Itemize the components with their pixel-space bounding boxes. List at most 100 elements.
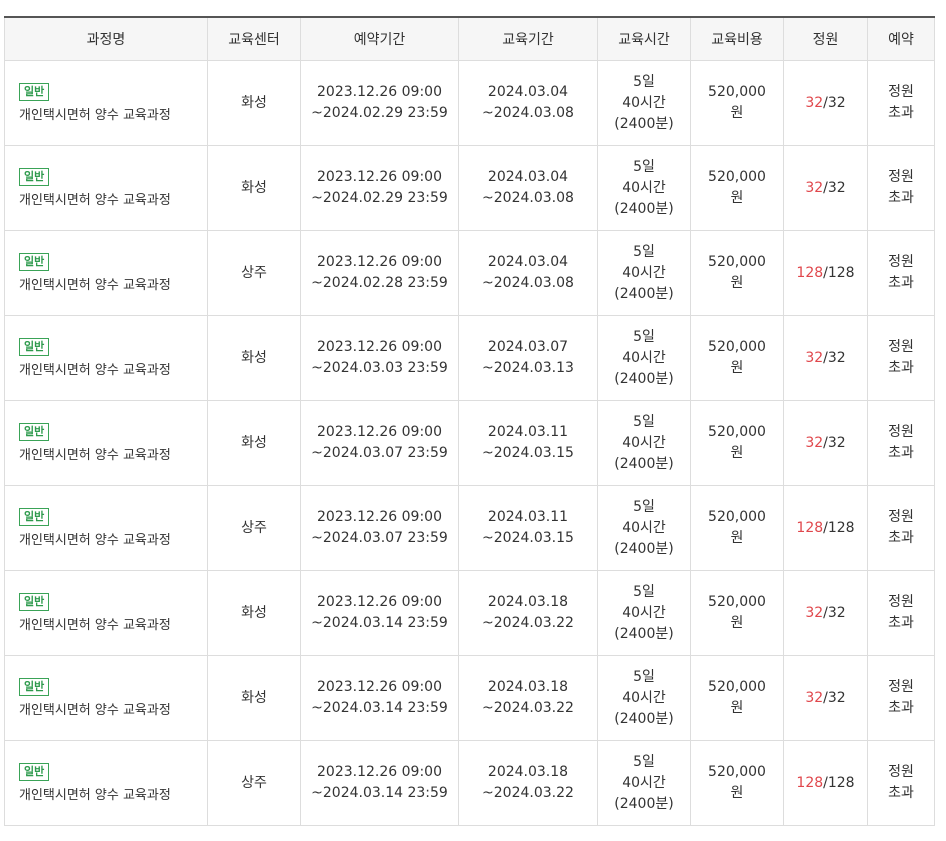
cost-cell: 520,000 원 — [690, 230, 784, 316]
status-line-1: 정원 — [888, 169, 914, 185]
status-line-1: 정원 — [888, 594, 914, 610]
header-capacity: 정원 — [783, 16, 868, 61]
capacity-current: 32 — [805, 434, 824, 451]
capacity-cell: 128/128 — [783, 740, 868, 826]
edu-end: ~2024.03.22 — [482, 700, 574, 716]
table-row: 일반 개인택시면허 양수 교육과정 화성 2023.12.26 09:00 ~2… — [4, 145, 935, 231]
capacity-total: /128 — [823, 519, 855, 536]
cost-amount: 520,000 — [708, 84, 766, 100]
edu-end: ~2024.03.22 — [482, 615, 574, 631]
capacity-current: 32 — [805, 94, 824, 111]
status-line-2: 초과 — [888, 445, 914, 461]
reserve-end: ~2024.02.29 23:59 — [311, 190, 448, 206]
reserve-period-cell: 2023.12.26 09:00 ~2024.03.07 23:59 — [300, 485, 459, 571]
course-cell[interactable]: 일반 개인택시면허 양수 교육과정 — [4, 485, 208, 571]
course-type-badge: 일반 — [19, 252, 50, 271]
status-line-2: 초과 — [888, 530, 914, 546]
reserve-period-cell: 2023.12.26 09:00 ~2024.03.14 23:59 — [300, 740, 459, 826]
center-cell: 화성 — [207, 400, 301, 486]
capacity-cell: 32/32 — [783, 400, 868, 486]
reservation-status-cell: 정원 초과 — [867, 400, 935, 486]
capacity-total: /32 — [823, 434, 846, 451]
cost-unit: 원 — [730, 530, 744, 546]
time-days: 5일 — [633, 668, 655, 685]
capacity-cell: 32/32 — [783, 145, 868, 231]
course-cell[interactable]: 일반 개인택시면허 양수 교육과정 — [4, 570, 208, 656]
reserve-period-cell: 2023.12.26 09:00 ~2024.02.29 23:59 — [300, 145, 459, 231]
reserve-start: 2023.12.26 09:00 — [317, 84, 442, 100]
course-cell[interactable]: 일반 개인택시면허 양수 교육과정 — [4, 230, 208, 316]
reserve-period-cell: 2023.12.26 09:00 ~2024.03.14 23:59 — [300, 655, 459, 741]
edu-time-cell: 5일 40시간 (2400분) — [597, 655, 691, 741]
course-type-badge: 일반 — [19, 592, 50, 611]
cost-unit: 원 — [730, 190, 744, 206]
status-line-1: 정원 — [888, 339, 914, 355]
course-cell[interactable]: 일반 개인택시면허 양수 교육과정 — [4, 315, 208, 401]
cost-amount: 520,000 — [708, 679, 766, 695]
reserve-end: ~2024.03.07 23:59 — [311, 445, 448, 461]
capacity-current: 128 — [796, 264, 824, 281]
edu-period-cell: 2024.03.18 ~2024.03.22 — [458, 570, 598, 656]
status-line-2: 초과 — [888, 275, 914, 291]
course-name[interactable]: 개인택시면허 양수 교육과정 — [19, 445, 207, 466]
course-cell[interactable]: 일반 개인택시면허 양수 교육과정 — [4, 655, 208, 741]
edu-time-cell: 5일 40시간 (2400분) — [597, 740, 691, 826]
reserve-period-cell: 2023.12.26 09:00 ~2024.02.28 23:59 — [300, 230, 459, 316]
edu-end: ~2024.03.13 — [482, 360, 574, 376]
course-name[interactable]: 개인택시면허 양수 교육과정 — [19, 615, 207, 636]
time-days: 5일 — [633, 413, 655, 430]
reserve-period-cell: 2023.12.26 09:00 ~2024.03.03 23:59 — [300, 315, 459, 401]
cost-unit: 원 — [730, 105, 744, 121]
cost-cell: 520,000 원 — [690, 400, 784, 486]
status-line-1: 정원 — [888, 509, 914, 525]
capacity-total: /32 — [823, 179, 846, 196]
course-type-badge: 일반 — [19, 82, 50, 101]
table-row: 일반 개인택시면허 양수 교육과정 상주 2023.12.26 09:00 ~2… — [4, 485, 935, 571]
capacity-total: /32 — [823, 689, 846, 706]
time-minutes: (2400분) — [614, 370, 674, 387]
course-cell[interactable]: 일반 개인택시면허 양수 교육과정 — [4, 60, 208, 146]
capacity-cell: 32/32 — [783, 60, 868, 146]
edu-end: ~2024.03.08 — [482, 275, 574, 291]
reservation-status-cell: 정원 초과 — [867, 230, 935, 316]
edu-start: 2024.03.07 — [487, 339, 569, 355]
reserve-start: 2023.12.26 09:00 — [317, 509, 442, 525]
status-line-2: 초과 — [888, 105, 914, 121]
edu-start: 2024.03.04 — [487, 84, 569, 100]
status-line-1: 정원 — [888, 424, 914, 440]
course-name[interactable]: 개인택시면허 양수 교육과정 — [19, 360, 207, 381]
cost-unit: 원 — [730, 275, 744, 291]
course-name[interactable]: 개인택시면허 양수 교육과정 — [19, 700, 207, 721]
status-line-1: 정원 — [888, 679, 914, 695]
course-name[interactable]: 개인택시면허 양수 교육과정 — [19, 105, 207, 126]
course-cell[interactable]: 일반 개인택시면허 양수 교육과정 — [4, 400, 208, 486]
course-cell[interactable]: 일반 개인택시면허 양수 교육과정 — [4, 740, 208, 826]
cost-unit: 원 — [730, 360, 744, 376]
capacity-current: 32 — [805, 604, 824, 621]
reserve-period-cell: 2023.12.26 09:00 ~2024.03.07 23:59 — [300, 400, 459, 486]
reserve-start: 2023.12.26 09:00 — [317, 764, 442, 780]
course-type-badge: 일반 — [19, 337, 50, 356]
time-days: 5일 — [633, 498, 655, 515]
course-cell[interactable]: 일반 개인택시면허 양수 교육과정 — [4, 145, 208, 231]
course-name[interactable]: 개인택시면허 양수 교육과정 — [19, 190, 207, 211]
edu-period-cell: 2024.03.04 ~2024.03.08 — [458, 145, 598, 231]
course-type-badge: 일반 — [19, 507, 50, 526]
time-minutes: (2400분) — [614, 115, 674, 132]
header-edu-cost: 교육비용 — [690, 16, 784, 61]
table-header-row: 과정명 교육센터 예약기간 교육기간 교육시간 교육비용 정원 예약 — [4, 16, 935, 61]
course-type-badge: 일반 — [19, 167, 50, 186]
cost-amount: 520,000 — [708, 339, 766, 355]
cost-cell: 520,000 원 — [690, 570, 784, 656]
course-name[interactable]: 개인택시면허 양수 교육과정 — [19, 275, 207, 296]
course-name[interactable]: 개인택시면허 양수 교육과정 — [19, 785, 207, 806]
capacity-current: 128 — [796, 519, 824, 536]
header-edu-time: 교육시간 — [597, 16, 691, 61]
edu-end: ~2024.03.15 — [482, 445, 574, 461]
course-name[interactable]: 개인택시면허 양수 교육과정 — [19, 530, 207, 551]
reserve-end: ~2024.02.29 23:59 — [311, 105, 448, 121]
edu-start: 2024.03.18 — [487, 764, 569, 780]
time-days: 5일 — [633, 753, 655, 770]
capacity-current: 128 — [796, 774, 824, 791]
capacity-cell: 32/32 — [783, 570, 868, 656]
